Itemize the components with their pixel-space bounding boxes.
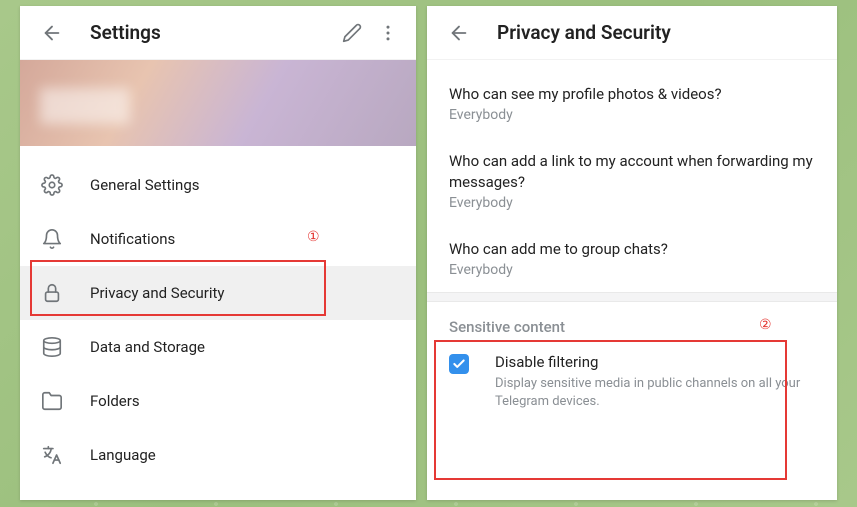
language-icon: [40, 443, 64, 467]
settings-panel: Settings General Settings Notifications: [20, 6, 416, 500]
privacy-title: Privacy and Security: [497, 21, 827, 44]
section-separator: [427, 292, 837, 302]
disable-filtering-checkbox[interactable]: [449, 354, 469, 374]
privacy-options-list: Who can see my profile photos & videos? …: [427, 60, 837, 292]
privacy-item-title: Who can add me to group chats?: [449, 239, 815, 259]
settings-menu: General Settings Notifications Privacy a…: [20, 146, 416, 500]
settings-header: Settings: [20, 6, 416, 60]
menu-item-data-storage[interactable]: Data and Storage: [20, 320, 416, 374]
check-icon: [452, 357, 466, 371]
menu-item-folders[interactable]: Folders: [20, 374, 416, 428]
privacy-item-title: Who can see my profile photos & videos?: [449, 84, 815, 104]
privacy-header: Privacy and Security: [427, 6, 837, 60]
profile-banner[interactable]: [20, 60, 416, 146]
profile-name-blurred: [40, 88, 130, 124]
arrow-left-icon: [41, 22, 63, 44]
menu-item-notifications[interactable]: Notifications: [20, 212, 416, 266]
menu-item-privacy[interactable]: Privacy and Security: [20, 266, 416, 320]
check-label: Disable filtering: [495, 352, 815, 372]
menu-item-label: General Settings: [90, 176, 200, 194]
bell-icon: [40, 227, 64, 251]
disable-filtering-text: Disable filtering Display sensitive medi…: [495, 352, 815, 410]
settings-title: Settings: [90, 21, 334, 44]
annotation-label-2: ②: [759, 317, 772, 333]
check-description: Display sensitive media in public channe…: [495, 375, 815, 410]
pencil-icon: [342, 23, 362, 43]
gear-icon: [40, 173, 64, 197]
menu-item-label: Data and Storage: [90, 338, 205, 356]
privacy-item-title: Who can add a link to my account when fo…: [449, 151, 815, 192]
more-vertical-icon: [378, 23, 398, 43]
menu-item-language[interactable]: Language: [20, 428, 416, 482]
privacy-item-forward-link[interactable]: Who can add a link to my account when fo…: [427, 137, 837, 225]
sensitive-content-header: Sensitive content: [427, 302, 837, 342]
back-button[interactable]: [34, 15, 70, 51]
menu-item-label: Language: [90, 446, 156, 464]
menu-item-label: Folders: [90, 392, 140, 410]
annotation-label-1: ①: [307, 229, 320, 245]
privacy-item-value: Everybody: [449, 107, 815, 123]
privacy-item-value: Everybody: [449, 195, 815, 211]
menu-item-label: Privacy and Security: [90, 284, 225, 302]
privacy-item-group-chats[interactable]: Who can add me to group chats? Everybody: [427, 225, 837, 292]
privacy-item-value: Everybody: [449, 262, 815, 278]
edit-button[interactable]: [334, 15, 370, 51]
lock-icon: [40, 281, 64, 305]
disable-filtering-row[interactable]: Disable filtering Display sensitive medi…: [427, 342, 837, 428]
back-button[interactable]: [441, 15, 477, 51]
menu-item-general[interactable]: General Settings: [20, 158, 416, 212]
privacy-panel: Privacy and Security Who can see my prof…: [427, 6, 837, 500]
menu-item-label: Notifications: [90, 230, 175, 248]
more-button[interactable]: [370, 15, 406, 51]
privacy-item-profile-photos[interactable]: Who can see my profile photos & videos? …: [427, 70, 837, 137]
database-icon: [40, 335, 64, 359]
folder-icon: [40, 389, 64, 413]
arrow-left-icon: [448, 22, 470, 44]
